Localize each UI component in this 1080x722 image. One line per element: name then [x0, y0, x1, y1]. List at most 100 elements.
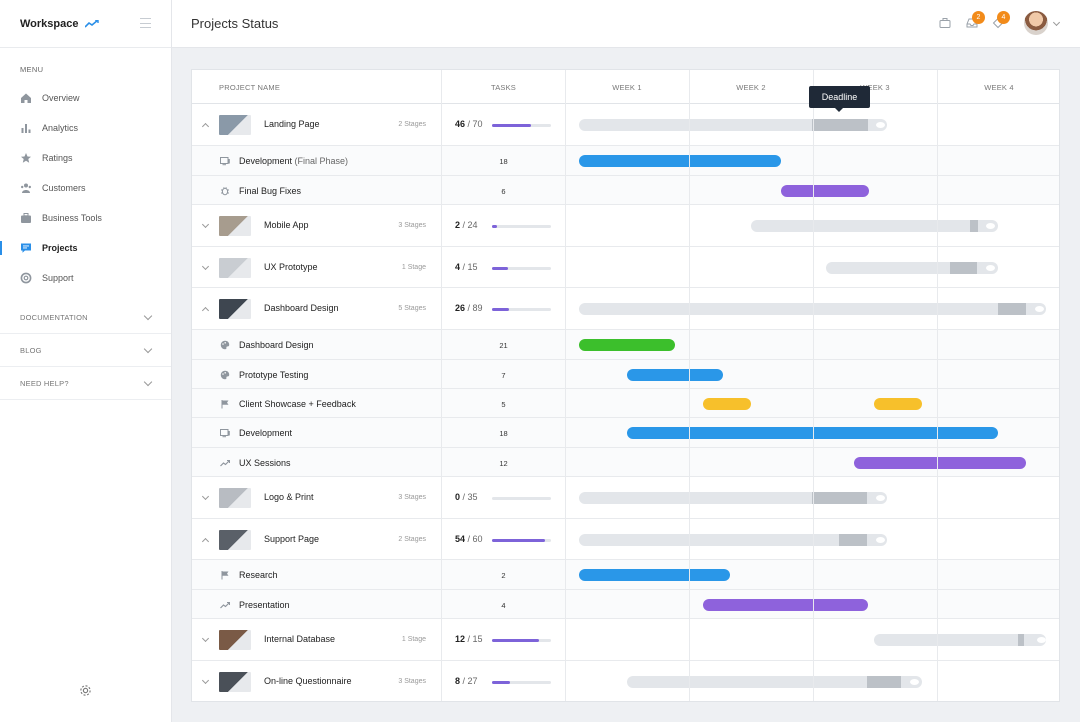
task-timeline-bar[interactable]	[579, 569, 730, 581]
task-row[interactable]: Final Bug Fixes 6	[192, 176, 1059, 205]
lifebuoy-icon	[20, 272, 32, 284]
sidebar-item-label: Customers	[42, 183, 86, 193]
tasks-done: 0	[455, 492, 461, 502]
deadline-segment	[950, 261, 977, 274]
sidebar-item-support[interactable]: Support	[0, 263, 171, 293]
eye-icon[interactable]	[876, 536, 885, 543]
chevron-up-icon[interactable]	[201, 306, 210, 315]
task-timeline-bar[interactable]	[579, 155, 781, 167]
chevron-down-icon[interactable]	[201, 220, 210, 229]
chevron-up-icon[interactable]	[201, 537, 210, 545]
project-thumbnail	[219, 115, 251, 135]
tasks-progress-bar	[492, 124, 551, 127]
column-project-name: PROJECT NAME	[219, 82, 281, 92]
chevron-down-icon[interactable]	[201, 676, 210, 685]
project-row[interactable]: Mobile App 3 Stages 2 / 24	[192, 205, 1059, 247]
chevron-down-icon	[143, 311, 153, 320]
sidebar-item-overview[interactable]: Overview	[0, 83, 171, 113]
project-name: UX Prototype	[264, 261, 318, 272]
flag-icon	[221, 571, 229, 580]
eye-icon[interactable]	[986, 223, 995, 229]
eye-icon[interactable]	[910, 679, 919, 685]
project-timeline-bar[interactable]	[751, 220, 998, 232]
sidebar-section-need-help[interactable]: NEED HELP?	[0, 367, 171, 400]
project-row[interactable]: Logo & Print 3 Stages 0 / 35	[192, 477, 1059, 519]
task-timeline-bar[interactable]	[703, 397, 751, 410]
briefcase-icon[interactable]	[939, 17, 951, 29]
palette-icon	[220, 340, 230, 350]
sidebar-item-customers[interactable]: Customers	[0, 173, 171, 203]
task-timeline-bar[interactable]	[579, 339, 675, 351]
task-name-text: Research	[239, 570, 278, 580]
project-thumbnail	[219, 529, 251, 550]
tasks-total: / 15	[467, 634, 483, 644]
project-timeline-bar[interactable]	[579, 533, 887, 546]
task-timeline-bar[interactable]	[627, 368, 723, 381]
project-timeline-bar[interactable]	[579, 119, 887, 131]
project-row[interactable]: On-line Questionnaire 3 Stages 8 / 27	[192, 661, 1059, 701]
eye-icon[interactable]	[986, 264, 995, 271]
project-name: Logo & Print	[264, 492, 314, 502]
project-timeline-bar[interactable]	[874, 634, 1046, 646]
sidebar-item-projects[interactable]: Projects	[0, 233, 171, 263]
deadline-segment	[812, 492, 867, 504]
task-row[interactable]: Presentation 4	[192, 590, 1059, 619]
task-timeline-bar[interactable]	[703, 598, 868, 611]
sidebar-section-blog[interactable]: BLOG	[0, 334, 171, 367]
project-timeline-bar[interactable]	[826, 261, 998, 274]
project-timeline-bar[interactable]	[627, 676, 922, 688]
hamburger-menu-icon[interactable]	[140, 18, 151, 28]
sidebar-item-analytics[interactable]: Analytics	[0, 113, 171, 143]
task-row[interactable]: Development (Final Phase) 18	[192, 146, 1059, 176]
chevron-down-icon[interactable]	[201, 262, 210, 270]
task-row[interactable]: UX Sessions 12	[192, 448, 1059, 477]
sidebar-nav: Overview Analytics Ratings Customers Busines…	[0, 83, 171, 293]
eye-icon[interactable]	[1035, 306, 1044, 312]
task-name-text: Development	[239, 156, 293, 166]
gear-icon[interactable]	[79, 684, 92, 697]
eye-icon[interactable]	[876, 122, 885, 128]
trend-icon	[220, 601, 230, 608]
task-timeline-bar[interactable]	[781, 184, 869, 197]
user-avatar[interactable]	[1024, 11, 1048, 35]
column-week-1: WEEK 1	[612, 82, 642, 92]
stages-count: 3 Stages	[398, 494, 426, 501]
column-tasks: TASKS	[490, 82, 517, 92]
chevron-down-icon[interactable]	[1052, 18, 1061, 27]
sidebar-item-label: Overview	[42, 93, 80, 103]
project-thumbnail	[219, 488, 251, 508]
tasks-total: / 24	[462, 220, 478, 230]
notifications-badge: 2	[972, 11, 985, 24]
project-row[interactable]: Internal Database 1 Stage 12 / 15	[192, 619, 1059, 661]
column-divider	[937, 70, 938, 701]
sidebar-section-documentation[interactable]: DOCUMENTATION	[0, 301, 171, 334]
chevron-down-icon	[143, 344, 153, 353]
section-label: NEED HELP?	[20, 378, 69, 388]
project-row[interactable]: UX Prototype 1 Stage 4 / 15	[192, 247, 1059, 288]
chevron-down-icon[interactable]	[201, 634, 210, 643]
briefcase-icon	[21, 213, 31, 223]
stages-count: 3 Stages	[398, 678, 426, 685]
task-row[interactable]: Dashboard Design 21	[192, 330, 1059, 360]
sidebar-item-business-tools[interactable]: Business Tools	[0, 203, 171, 233]
tasks-progress-text: 2 / 24	[455, 220, 478, 230]
task-name: Final Bug Fixes	[239, 186, 301, 196]
project-row[interactable]: Landing Page 2 Stages 46 / 70	[192, 104, 1059, 146]
sidebar-item-ratings[interactable]: Ratings	[0, 143, 171, 173]
project-row[interactable]: Dashboard Design 5 Stages 26 / 89	[192, 288, 1059, 330]
project-timeline-bar[interactable]	[579, 492, 887, 504]
tasks-progress-text: 4 / 15	[455, 262, 478, 272]
task-row[interactable]: Client Showcase + Feedback 5	[192, 389, 1059, 418]
task-timeline-bar[interactable]	[874, 397, 922, 410]
task-row[interactable]: Research 2	[192, 560, 1059, 590]
eye-icon[interactable]	[1037, 637, 1046, 643]
task-timeline-bar[interactable]	[854, 456, 1026, 469]
task-row[interactable]: Development 18	[192, 418, 1059, 448]
chevron-down-icon[interactable]	[201, 492, 210, 501]
section-label: DOCUMENTATION	[20, 312, 88, 322]
project-row[interactable]: Support Page 2 Stages 54 / 60	[192, 519, 1059, 560]
chevron-up-icon[interactable]	[201, 122, 210, 131]
eye-icon[interactable]	[876, 495, 885, 501]
stages-count: 3 Stages	[398, 222, 426, 229]
task-row[interactable]: Prototype Testing 7	[192, 360, 1059, 389]
